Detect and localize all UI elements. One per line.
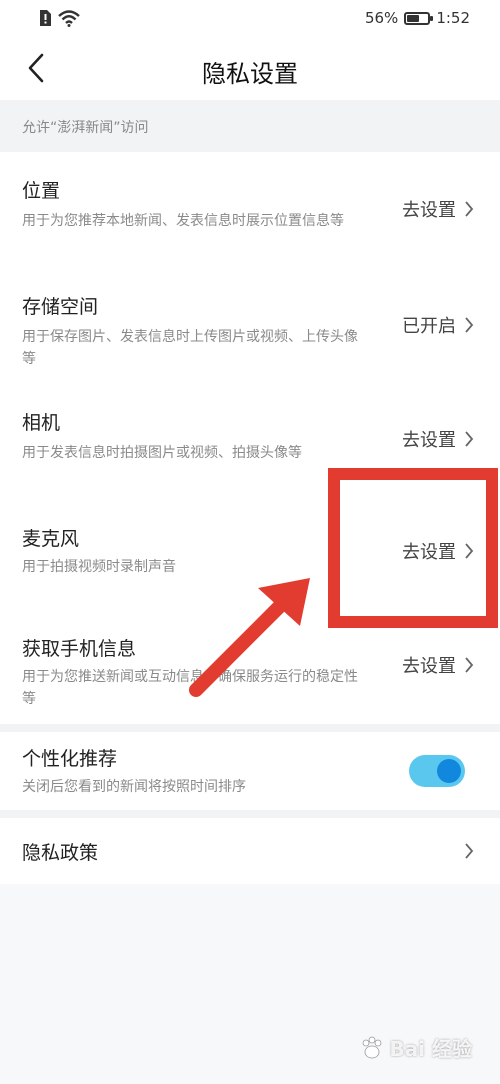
permission-action[interactable]: 去设置 xyxy=(402,652,474,678)
personalization-row: 个性化推荐 关闭后您看到的新闻将按照时间排序 xyxy=(0,732,500,810)
divider xyxy=(0,724,500,732)
divider xyxy=(0,810,500,818)
chevron-right-icon xyxy=(465,201,474,217)
personalization-desc: 关闭后您看到的新闻将按照时间排序 xyxy=(22,779,246,795)
battery-percent: 56% xyxy=(364,9,399,27)
permission-title: 获取手机信息 xyxy=(22,638,137,660)
page-title: 隐私设置 xyxy=(202,60,298,88)
personalization-title: 个性化推荐 xyxy=(22,748,118,770)
watermark-text: Bai 经验 xyxy=(389,1037,472,1061)
chevron-right-icon xyxy=(465,843,474,859)
permission-action-label: 去设置 xyxy=(402,430,456,451)
battery-icon xyxy=(404,11,434,25)
privacy-policy-action[interactable] xyxy=(464,842,474,860)
personalization-toggle[interactable] xyxy=(409,755,465,787)
permission-action-label: 去设置 xyxy=(402,200,456,221)
permission-action-label: 去设置 xyxy=(402,656,456,677)
permission-action[interactable]: 已开启 xyxy=(402,312,474,338)
permission-desc: 用于拍摄视频时录制声音 xyxy=(22,559,176,575)
paw-icon xyxy=(363,1036,382,1058)
permission-desc: 用于保存图片、发表信息时上传图片或视频、上传头像等 xyxy=(22,329,358,367)
permission-action[interactable]: 去设置 xyxy=(402,426,474,452)
watermark-logo: Bai 经验 xyxy=(359,1033,472,1062)
permission-item-storage[interactable]: 存储空间 用于保存图片、发表信息时上传图片或视频、上传头像等 已开启 xyxy=(0,268,500,384)
nav-bar: 隐私设置 xyxy=(0,38,500,100)
toggle-knob xyxy=(437,759,461,783)
permissions-list: 位置 用于为您推荐本地新闻、发表信息时展示位置信息等 去设置 存储空间 用于保存… xyxy=(0,152,500,724)
chevron-right-icon xyxy=(465,317,474,333)
battery-level xyxy=(407,14,419,22)
permission-desc: 用于发表信息时拍摄图片或视频、拍摄头像等 xyxy=(22,445,302,461)
chevron-right-icon xyxy=(465,431,474,447)
permission-title: 位置 xyxy=(22,180,61,202)
permission-title: 相机 xyxy=(22,412,61,434)
privacy-policy-title: 隐私政策 xyxy=(22,842,99,864)
permission-action[interactable]: 去设置 xyxy=(402,196,474,222)
clock: 1:52 xyxy=(436,9,470,27)
sim-alert-icon xyxy=(40,10,51,26)
wifi-icon xyxy=(58,10,80,27)
status-icons-left xyxy=(38,9,80,27)
permission-title: 存储空间 xyxy=(22,296,99,318)
section-header: 允许“澎湃新闻”访问 xyxy=(0,100,500,152)
permission-desc: 用于为您推荐本地新闻、发表信息时展示位置信息等 xyxy=(22,213,344,229)
status-icons-right: 56% 1:52 xyxy=(365,9,470,27)
status-bar: 56% 1:52 xyxy=(0,0,500,38)
permission-desc: 用于为您推送新闻或互动信息、确保服务运行的稳定性等 xyxy=(22,669,358,707)
permission-action-label: 已开启 xyxy=(402,316,456,337)
chevron-right-icon xyxy=(465,657,474,673)
permission-item-location[interactable]: 位置 用于为您推荐本地新闻、发表信息时展示位置信息等 去设置 xyxy=(0,152,500,268)
annotation-highlight-box xyxy=(328,468,498,628)
permission-title: 麦克风 xyxy=(22,528,80,550)
section-header-label: 允许“澎湃新闻”访问 xyxy=(22,120,149,136)
privacy-policy-row[interactable]: 隐私政策 xyxy=(0,818,500,884)
